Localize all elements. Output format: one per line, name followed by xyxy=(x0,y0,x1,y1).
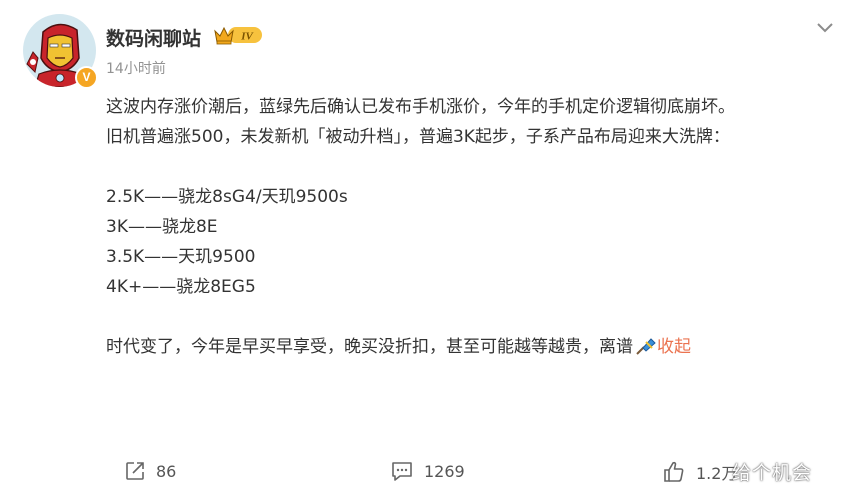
comment-icon xyxy=(392,462,412,481)
comment-count: 1269 xyxy=(424,461,465,481)
like-button[interactable]: 1.2万 xyxy=(662,460,737,484)
post-paragraph: 旧机普遍涨500，未发新机「被动升档」，普遍3K起步，子系产品布局迎来大洗牌： xyxy=(106,127,730,147)
price-tier-line: 3K——骁龙8E xyxy=(106,217,218,237)
chevron-down-icon[interactable] xyxy=(815,20,835,39)
crown-badge-icon[interactable]: IV xyxy=(212,24,264,50)
thumbs-up-icon xyxy=(664,461,684,482)
member-level: IV xyxy=(240,31,254,43)
price-tier-line: 4K+——骁龙8EG5 xyxy=(106,277,256,297)
post-time[interactable]: 14小时前 xyxy=(106,58,166,78)
watermark: 给个机会 xyxy=(732,462,813,484)
post-blank-line xyxy=(106,152,826,182)
repost-icon xyxy=(126,462,144,480)
post-paragraph: 这波内存涨价潮后，蓝绿先后确认已发布手机涨价，今年的手机定价逻辑彻底崩坏。 xyxy=(106,97,735,117)
repost-count: 86 xyxy=(156,461,177,481)
action-bar: 86 1269 1.2万 xyxy=(0,456,859,492)
post-paragraph: 时代变了，今年是早买早享受，晚买没折扣，甚至可能越等越贵，离谱 xyxy=(106,337,633,357)
price-tier-line: 3.5K——天玑9500 xyxy=(106,247,256,267)
collapse-link[interactable]: 收起 xyxy=(657,337,691,357)
repost-button[interactable]: 86 xyxy=(124,460,176,482)
post-blank-line xyxy=(106,302,826,332)
lark-emoji-icon xyxy=(635,336,657,366)
price-tier-line: 2.5K——骁龙8sG4/天玑9500s xyxy=(106,187,348,207)
post-content: 这波内存涨价潮后，蓝绿先后确认已发布手机涨价，今年的手机定价逻辑彻底崩坏。 旧机… xyxy=(106,92,826,366)
comment-button[interactable]: 1269 xyxy=(390,460,465,482)
post-last-line: 时代变了，今年是早买早享受，晚买没折扣，甚至可能越等越贵，离谱 收起 xyxy=(106,332,826,366)
verified-badge-icon: V xyxy=(75,66,98,89)
author-name[interactable]: 数码闲聊站 xyxy=(106,24,201,51)
